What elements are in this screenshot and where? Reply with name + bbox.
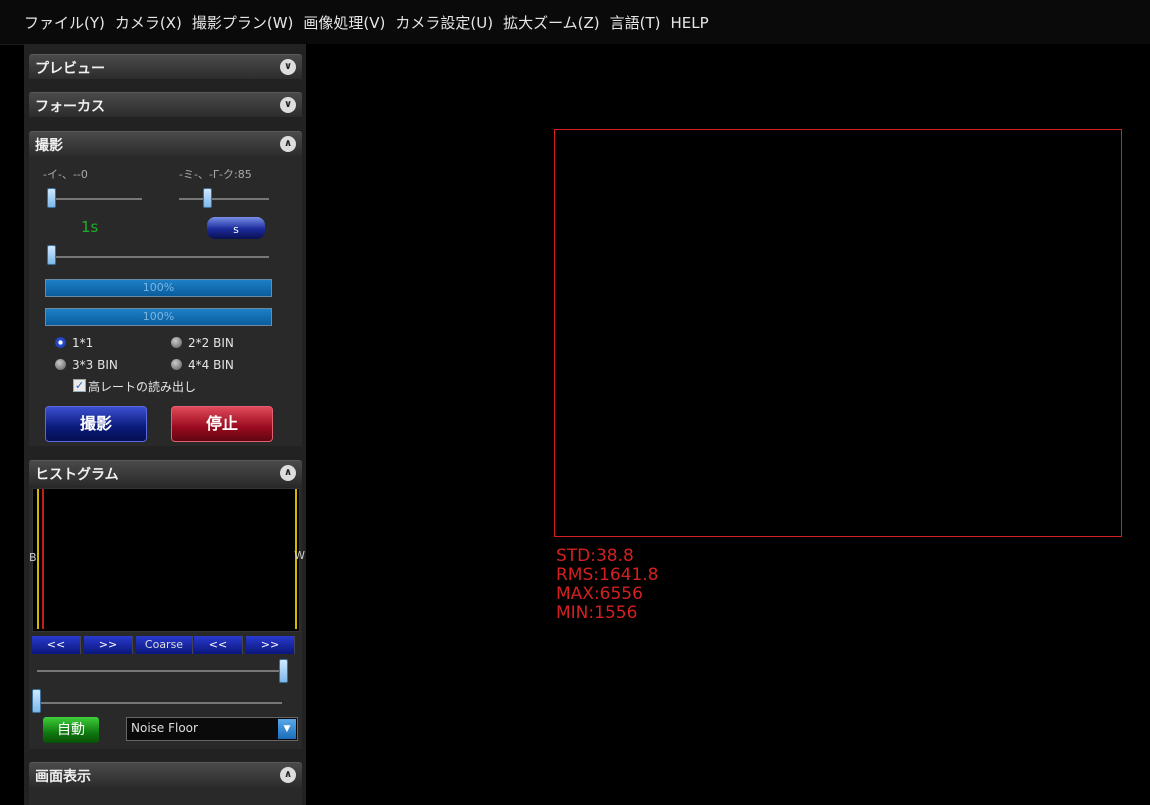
section-title-preview: プレビュー — [35, 61, 105, 77]
chevron-double-up-icon[interactable]: ∧ — [280, 136, 296, 152]
menu-capture-plan[interactable]: 撮影プラン(W) — [187, 0, 299, 32]
white-level-slider-track[interactable] — [37, 670, 287, 672]
menu-camera[interactable]: カメラ(X) — [110, 0, 187, 32]
menu-help[interactable]: HELP — [665, 0, 713, 32]
bin-4x4-radio[interactable]: 4*4 BIN — [171, 358, 234, 372]
histogram-nav-bar: << >> Coarse << >> — [32, 636, 296, 654]
bin-1x1-radio[interactable]: 1*1 — [55, 336, 93, 350]
menu-file[interactable]: ファイル(Y) — [0, 0, 110, 32]
highrate-readout-label: 高レートの読み出し — [88, 380, 197, 394]
menu-camera-settings[interactable]: カメラ設定(U) — [390, 0, 498, 32]
chevron-double-down-icon[interactable]: ∨ — [280, 59, 296, 75]
white-left-button[interactable]: << — [194, 636, 243, 654]
section-header-display[interactable]: 画面表示 ∧ — [29, 762, 302, 787]
chevron-double-down-icon[interactable]: ∨ — [280, 97, 296, 113]
stat-std: STD:38.8 — [556, 546, 634, 566]
gain-slider-track[interactable] — [47, 198, 142, 200]
exposure-slider-thumb[interactable] — [47, 245, 56, 265]
section-title-histogram: ヒストグラム — [35, 467, 119, 483]
coarse-toggle[interactable]: Coarse — [136, 636, 193, 654]
white-marker-label: W — [294, 549, 305, 562]
stat-min: MIN:1556 — [556, 603, 638, 623]
section-header-focus[interactable]: フォーカス ∨ — [29, 92, 302, 117]
display-panel — [29, 787, 302, 805]
offset-slider-thumb[interactable] — [203, 188, 212, 208]
section-title-display: 画面表示 — [35, 769, 91, 785]
black-left-button[interactable]: << — [32, 636, 81, 654]
white-level-slider-thumb[interactable] — [279, 659, 288, 683]
black-level-slider-track[interactable] — [32, 702, 282, 704]
stat-rms: RMS:1641.8 — [556, 565, 659, 585]
black-marker-label: B — [29, 551, 37, 564]
menu-bar: ファイル(Y) カメラ(X) 撮影プラン(W) 画像処理(V) カメラ設定(U)… — [0, 0, 1150, 45]
checkmark-icon[interactable]: ✓ — [73, 379, 86, 392]
white-right-button[interactable]: >> — [246, 636, 295, 654]
histogram-marker-line — [42, 489, 44, 629]
menu-image-processing[interactable]: 画像処理(V) — [298, 0, 390, 32]
chevron-double-up-icon[interactable]: ∧ — [280, 767, 296, 783]
progress-bar-2: 100% — [45, 308, 272, 326]
menu-language[interactable]: 言語(T) — [605, 0, 666, 32]
start-capture-button[interactable]: 撮影 — [45, 406, 147, 442]
histogram-canvas[interactable]: B W — [29, 488, 305, 632]
menu-zoom[interactable]: 拡大ズーム(Z) — [498, 0, 605, 32]
stop-capture-button[interactable]: 停止 — [171, 406, 273, 442]
roi-rectangle[interactable] — [554, 129, 1122, 537]
gain-label: -イ-、--0 — [43, 168, 88, 181]
gain-slider-thumb[interactable] — [47, 188, 56, 208]
black-point-line[interactable] — [37, 489, 39, 629]
exposure-value: 1s — [81, 218, 99, 236]
black-level-slider-thumb[interactable] — [32, 689, 41, 713]
progress-bar-1: 100% — [45, 279, 272, 297]
auto-button[interactable]: 自動 — [43, 717, 99, 743]
section-title-capture: 撮影 — [35, 138, 63, 154]
black-right-button[interactable]: >> — [84, 636, 133, 654]
bin-3x3-radio[interactable]: 3*3 BIN — [55, 358, 118, 372]
stat-max: MAX:6556 — [556, 584, 643, 604]
chevron-double-up-icon[interactable]: ∧ — [280, 465, 296, 481]
exposure-slider-track[interactable] — [47, 256, 269, 258]
left-control-panel: プレビュー ∨ フォーカス ∨ 撮影 ∧ -イ-、--0 -ミ-、-Γ-ク:85… — [24, 44, 306, 805]
section-header-histogram[interactable]: ヒストグラム ∧ — [29, 460, 302, 485]
offset-label: -ミ-、-Γ-ク:85 — [179, 168, 252, 181]
capture-panel: -イ-、--0 -ミ-、-Γ-ク:85 1s s 100% 100% 1*1 2… — [29, 156, 302, 446]
section-header-capture[interactable]: 撮影 ∧ — [29, 131, 302, 156]
histogram-mode-select[interactable]: Noise Floor ▼ — [126, 717, 298, 741]
histogram-panel: B W << >> Coarse << >> 自動 Noise Floor ▼ — [29, 485, 305, 749]
offset-slider-track[interactable] — [179, 198, 269, 200]
histogram-mode-value: Noise Floor — [131, 721, 198, 735]
bin-2x2-radio[interactable]: 2*2 BIN — [171, 336, 234, 350]
exposure-unit-button[interactable]: s — [207, 217, 265, 239]
dropdown-arrow-icon[interactable]: ▼ — [278, 719, 296, 739]
section-title-focus: フォーカス — [35, 99, 105, 115]
section-header-preview[interactable]: プレビュー ∨ — [29, 54, 302, 79]
